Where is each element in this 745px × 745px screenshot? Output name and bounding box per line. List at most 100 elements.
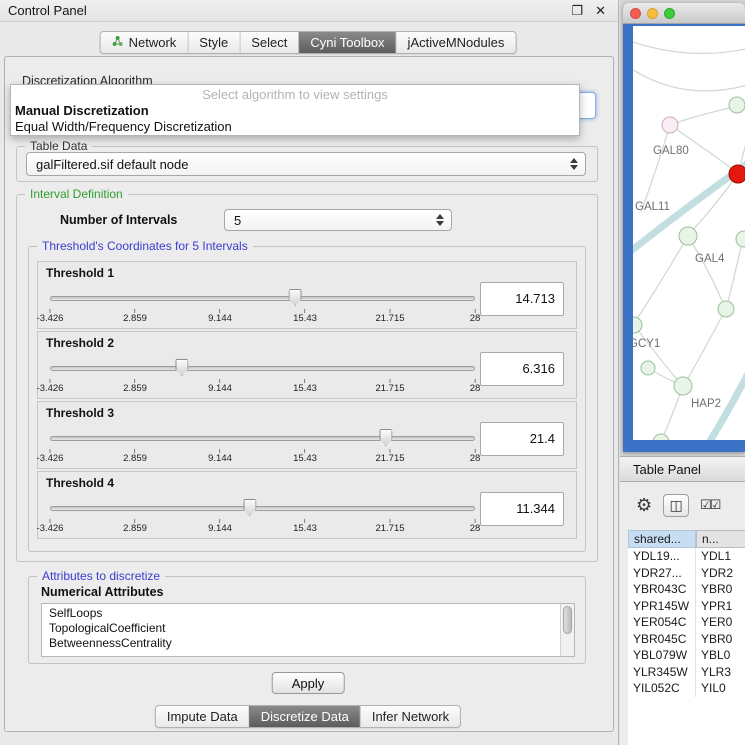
slider-tick-label: 2.859 — [123, 379, 147, 394]
network-edge — [634, 325, 680, 383]
table-column-header[interactable]: shared... — [628, 530, 696, 548]
tab-discretize-data[interactable]: Discretize Data — [249, 706, 360, 727]
close-traffic-light-icon[interactable] — [630, 8, 641, 19]
table-column-header[interactable]: n... — [696, 530, 745, 548]
network-node[interactable] — [718, 301, 734, 317]
slider-tick-label: 28 — [470, 519, 481, 534]
attribute-list-item[interactable]: SelfLoops — [49, 606, 574, 621]
control-panel-titlebar: Control Panel ❐ ✕ — [0, 0, 618, 22]
slider-tick-label: 9.144 — [208, 519, 232, 534]
tab-style[interactable]: Style — [187, 32, 239, 53]
slider-track[interactable] — [50, 296, 475, 301]
slider-tick-label: 15.43 — [293, 379, 317, 394]
table-row[interactable]: YLR345WYLR3 — [628, 664, 745, 681]
thresholds-group-title: Threshold's Coordinates for 5 Intervals — [37, 239, 253, 253]
close-icon[interactable]: ✕ — [595, 3, 606, 19]
table-cell: YIL052C — [628, 680, 696, 697]
table-panel-body: ⚙ ◫ ☑☑ shared...n... YDL19...YDL1YDR27..… — [620, 482, 745, 745]
interval-definition-title: Interval Definition — [25, 187, 128, 201]
network-canvas[interactable]: GAL80GAL11GAL4GCY1HAP2 — [633, 26, 745, 440]
column-view-button[interactable]: ◫ — [663, 494, 689, 517]
network-node[interactable] — [674, 377, 692, 395]
threshold-label: Threshold 3 — [46, 406, 114, 420]
table-row[interactable]: YER054CYER0 — [628, 614, 745, 631]
attribute-list-item[interactable]: TopologicalCoefficient — [49, 621, 574, 636]
network-node[interactable] — [736, 231, 745, 247]
table-row[interactable]: YDR27...YDR2 — [628, 565, 745, 582]
network-node[interactable] — [633, 317, 642, 333]
slider-track[interactable] — [50, 506, 475, 511]
network-node[interactable] — [729, 165, 745, 183]
table-row[interactable]: YPR145WYPR1 — [628, 598, 745, 615]
network-node[interactable] — [653, 434, 669, 440]
threshold-slider[interactable]: -3.4262.8599.14415.4321.71528 — [50, 428, 475, 466]
gear-icon[interactable]: ⚙ — [636, 495, 652, 516]
slider-tick-label: 9.144 — [208, 379, 232, 394]
slider-thumb-icon[interactable] — [243, 499, 256, 516]
threshold-value-field[interactable]: 11.344 — [480, 492, 564, 526]
slider-track[interactable] — [50, 366, 475, 371]
table-cell: YER054C — [628, 614, 696, 631]
numerical-attributes-list[interactable]: SelfLoopsTopologicalCoefficientBetweenne… — [41, 603, 575, 657]
slider-thumb-icon[interactable] — [175, 359, 188, 376]
table-cell: YLR345W — [628, 664, 696, 681]
tab-cyni-toolbox[interactable]: Cyni Toolbox — [298, 32, 395, 53]
threshold-slider[interactable]: -3.4262.8599.14415.4321.71528 — [50, 498, 475, 536]
network-node-label: GCY1 — [633, 338, 660, 350]
table-row[interactable]: YBR043CYBR0 — [628, 581, 745, 598]
algorithm-option-equal-width[interactable]: Equal Width/Frequency Discretization — [11, 119, 579, 135]
network-node[interactable] — [679, 227, 697, 245]
minimize-traffic-light-icon[interactable] — [647, 8, 658, 19]
select-columns-icon[interactable]: ☑☑ — [700, 497, 719, 513]
combobox-spinner-icon — [436, 214, 444, 226]
top-tab-bar: NetworkStyle Select Cyni ToolboxjActiveMNo… — [100, 31, 517, 54]
tab-impute-data[interactable]: Impute Data — [156, 706, 249, 727]
apply-button[interactable]: Apply — [272, 672, 345, 694]
threshold-slider[interactable]: -3.4262.8599.14415.4321.71528 — [50, 358, 475, 396]
network-view-window[interactable]: GAL80GAL11GAL4GCY1HAP2 — [623, 3, 745, 452]
table-row[interactable]: YIL052CYIL0 — [628, 680, 745, 697]
number-of-intervals-combobox[interactable]: 5 — [224, 209, 452, 231]
threshold-value-field[interactable]: 14.713 — [480, 282, 564, 316]
tab-select[interactable]: Select — [239, 32, 298, 53]
threshold-slider[interactable]: -3.4262.8599.14415.4321.71528 — [50, 288, 475, 326]
control-panel: Control Panel ❐ ✕ NetworkStyle Select Cyni… — [0, 0, 619, 745]
slider-tick-label: 28 — [470, 309, 481, 324]
tab-network[interactable]: Network — [101, 32, 188, 53]
node-table[interactable]: shared...n... YDL19...YDL1YDR27...YDR2YB… — [628, 530, 745, 745]
table-data-label: Table Data — [25, 139, 92, 153]
network-edge — [633, 66, 745, 91]
float-window-icon[interactable]: ❐ — [571, 3, 583, 19]
slider-thumb-icon[interactable] — [379, 429, 392, 446]
tab-label: Select — [251, 35, 287, 50]
network-node[interactable] — [662, 117, 678, 133]
slider-tick-label: 21.715 — [375, 379, 404, 394]
network-node[interactable] — [641, 361, 655, 375]
network-edge — [635, 236, 688, 322]
table-cell: YLR3 — [696, 664, 745, 681]
zoom-traffic-light-icon[interactable] — [664, 8, 675, 19]
table-row[interactable]: YDL19...YDL1 — [628, 548, 745, 565]
slider-tick-label: 21.715 — [375, 519, 404, 534]
threshold-value-field[interactable]: 21.4 — [480, 422, 564, 456]
tab-label: Impute Data — [167, 709, 238, 724]
list-scrollbar[interactable] — [560, 604, 574, 656]
slider-track[interactable] — [50, 436, 475, 441]
network-node[interactable] — [729, 97, 745, 113]
slider-tick-label: 21.715 — [375, 309, 404, 324]
tab-infer-network[interactable]: Infer Network — [360, 706, 460, 727]
slider-thumb-icon[interactable] — [289, 289, 302, 306]
table-row[interactable]: YBR045CYBR0 — [628, 631, 745, 648]
slider-tick-label: 9.144 — [208, 309, 232, 324]
threshold-label: Threshold 1 — [46, 266, 114, 280]
slider-scale: -3.4262.8599.14415.4321.71528 — [50, 309, 475, 325]
table-data-combobox[interactable]: galFiltered.sif default node — [26, 152, 586, 176]
slider-scale: -3.4262.8599.14415.4321.71528 — [50, 379, 475, 395]
scrollbar-thumb[interactable] — [563, 606, 572, 634]
threshold-value-field[interactable]: 6.316 — [480, 352, 564, 386]
algorithm-option-manual[interactable]: Manual Discretization — [11, 103, 579, 119]
attribute-list-item[interactable]: BetweennessCentrality — [49, 636, 574, 651]
table-cell: YIL0 — [696, 680, 745, 697]
table-row[interactable]: YBL079WYBL0 — [628, 647, 745, 664]
tab-jactivemnodules[interactable]: jActiveMNodules — [396, 32, 516, 53]
